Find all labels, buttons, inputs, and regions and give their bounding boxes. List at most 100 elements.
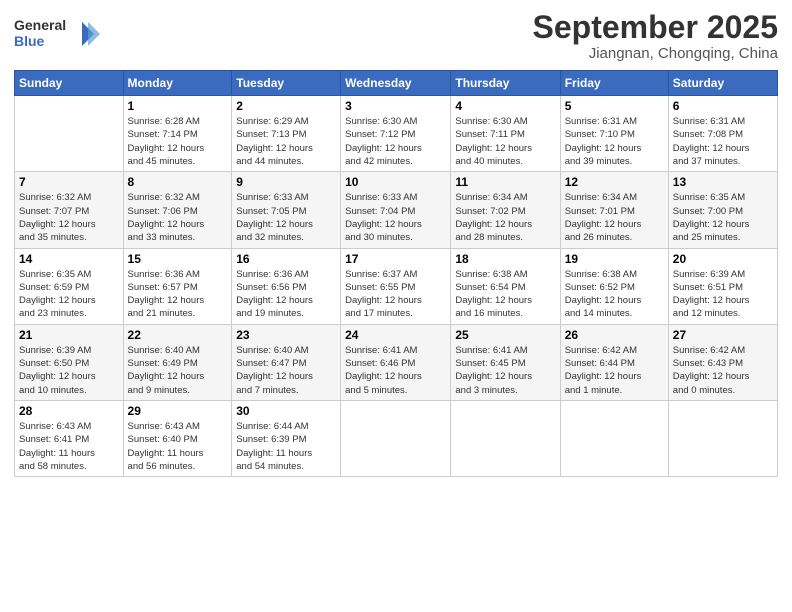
calendar-cell-w1-d2: 2 Sunrise: 6:29 AM Sunset: 7:13 PM Daylig…: [232, 96, 341, 172]
calendar-cell-w1-d4: 4 Sunrise: 6:30 AM Sunset: 7:11 PM Daylig…: [451, 96, 560, 172]
day-info: Sunrise: 6:34 AM Sunset: 7:02 PM Dayligh…: [455, 191, 555, 244]
day-info: Sunrise: 6:29 AM Sunset: 7:13 PM Dayligh…: [236, 115, 336, 168]
calendar-cell-w2-d3: 10 Sunrise: 6:33 AM Sunset: 7:04 PM Dayli…: [341, 172, 451, 248]
month-title: September 2025: [533, 10, 778, 45]
day-info: Sunrise: 6:39 AM Sunset: 6:51 PM Dayligh…: [673, 268, 773, 321]
page-container: General Blue September 2025 Jiangnan, Ch…: [0, 0, 792, 487]
calendar-cell-w3-d2: 16Sunrise: 6:36 AM Sunset: 6:56 PM Dayli…: [232, 248, 341, 324]
day-number: 14: [19, 252, 119, 266]
day-info: Sunrise: 6:42 AM Sunset: 6:43 PM Dayligh…: [673, 344, 773, 397]
calendar-cell-w2-d0: 7 Sunrise: 6:32 AM Sunset: 7:07 PM Daylig…: [15, 172, 124, 248]
day-number: 6: [673, 99, 773, 113]
calendar-cell-w4-d6: 27 Sunrise: 6:42 AM Sunset: 6:43 PM Dayli…: [668, 324, 777, 400]
day-number: 16: [236, 252, 336, 266]
day-number: 28: [19, 404, 119, 418]
day-info: Sunrise: 6:42 AM Sunset: 6:44 PM Dayligh…: [565, 344, 664, 397]
day-number: 21: [19, 328, 119, 342]
calendar-cell-w4-d5: 26Sunrise: 6:42 AM Sunset: 6:44 PM Dayli…: [560, 324, 668, 400]
week-row-2: 7 Sunrise: 6:32 AM Sunset: 7:07 PM Daylig…: [15, 172, 778, 248]
col-tuesday: Tuesday: [232, 71, 341, 96]
day-info: Sunrise: 6:34 AM Sunset: 7:01 PM Dayligh…: [565, 191, 664, 244]
calendar-cell-w5-d1: 29 Sunrise: 6:43 AM Sunset: 6:40 PM Dayli…: [123, 400, 232, 476]
day-info: Sunrise: 6:43 AM Sunset: 6:41 PM Dayligh…: [19, 420, 119, 473]
calendar-cell-w5-d4: [451, 400, 560, 476]
day-number: 19: [565, 252, 664, 266]
week-row-4: 21 Sunrise: 6:39 AM Sunset: 6:50 PM Dayli…: [15, 324, 778, 400]
calendar-cell-w1-d3: 3 Sunrise: 6:30 AM Sunset: 7:12 PM Daylig…: [341, 96, 451, 172]
week-row-3: 14 Sunrise: 6:35 AM Sunset: 6:59 PM Dayli…: [15, 248, 778, 324]
day-number: 8: [128, 175, 228, 189]
day-number: 13: [673, 175, 773, 189]
day-number: 3: [345, 99, 446, 113]
day-info: Sunrise: 6:31 AM Sunset: 7:10 PM Dayligh…: [565, 115, 664, 168]
day-info: Sunrise: 6:30 AM Sunset: 7:12 PM Dayligh…: [345, 115, 446, 168]
day-info: Sunrise: 6:36 AM Sunset: 6:57 PM Dayligh…: [128, 268, 228, 321]
calendar-cell-w5-d5: [560, 400, 668, 476]
day-info: Sunrise: 6:31 AM Sunset: 7:08 PM Dayligh…: [673, 115, 773, 168]
calendar-cell-w1-d6: 6 Sunrise: 6:31 AM Sunset: 7:08 PM Daylig…: [668, 96, 777, 172]
calendar-header-row: Sunday Monday Tuesday Wednesday Thursday…: [15, 71, 778, 96]
col-wednesday: Wednesday: [341, 71, 451, 96]
calendar-cell-w2-d4: 11Sunrise: 6:34 AM Sunset: 7:02 PM Dayli…: [451, 172, 560, 248]
day-info: Sunrise: 6:41 AM Sunset: 6:46 PM Dayligh…: [345, 344, 446, 397]
day-number: 10: [345, 175, 446, 189]
calendar-cell-w3-d5: 19 Sunrise: 6:38 AM Sunset: 6:52 PM Dayli…: [560, 248, 668, 324]
day-number: 23: [236, 328, 336, 342]
day-number: 24: [345, 328, 446, 342]
day-info: Sunrise: 6:38 AM Sunset: 6:52 PM Dayligh…: [565, 268, 664, 321]
calendar-cell-w4-d0: 21 Sunrise: 6:39 AM Sunset: 6:50 PM Dayli…: [15, 324, 124, 400]
day-number: 18: [455, 252, 555, 266]
calendar-cell-w5-d0: 28 Sunrise: 6:43 AM Sunset: 6:41 PM Dayli…: [15, 400, 124, 476]
svg-text:General: General: [14, 17, 66, 33]
calendar-cell-w4-d3: 24 Sunrise: 6:41 AM Sunset: 6:46 PM Dayli…: [341, 324, 451, 400]
calendar-cell-w4-d2: 23Sunrise: 6:40 AM Sunset: 6:47 PM Dayli…: [232, 324, 341, 400]
day-info: Sunrise: 6:32 AM Sunset: 7:07 PM Dayligh…: [19, 191, 119, 244]
header-area: General Blue September 2025 Jiangnan, Ch…: [14, 10, 778, 62]
day-info: Sunrise: 6:38 AM Sunset: 6:54 PM Dayligh…: [455, 268, 555, 321]
day-info: Sunrise: 6:33 AM Sunset: 7:04 PM Dayligh…: [345, 191, 446, 244]
location-title: Jiangnan, Chongqing, China: [533, 45, 778, 62]
calendar-cell-w3-d1: 15 Sunrise: 6:36 AM Sunset: 6:57 PM Dayli…: [123, 248, 232, 324]
day-number: 27: [673, 328, 773, 342]
col-thursday: Thursday: [451, 71, 560, 96]
day-info: Sunrise: 6:39 AM Sunset: 6:50 PM Dayligh…: [19, 344, 119, 397]
day-info: Sunrise: 6:33 AM Sunset: 7:05 PM Dayligh…: [236, 191, 336, 244]
calendar-cell-w1-d5: 5Sunrise: 6:31 AM Sunset: 7:10 PM Daylig…: [560, 96, 668, 172]
day-number: 22: [128, 328, 228, 342]
calendar-cell-w1-d1: 1 Sunrise: 6:28 AM Sunset: 7:14 PM Daylig…: [123, 96, 232, 172]
day-number: 2: [236, 99, 336, 113]
day-info: Sunrise: 6:30 AM Sunset: 7:11 PM Dayligh…: [455, 115, 555, 168]
day-info: Sunrise: 6:28 AM Sunset: 7:14 PM Dayligh…: [128, 115, 228, 168]
day-number: 30: [236, 404, 336, 418]
day-number: 7: [19, 175, 119, 189]
day-info: Sunrise: 6:32 AM Sunset: 7:06 PM Dayligh…: [128, 191, 228, 244]
week-row-1: 1 Sunrise: 6:28 AM Sunset: 7:14 PM Daylig…: [15, 96, 778, 172]
calendar-cell-w2-d1: 8 Sunrise: 6:32 AM Sunset: 7:06 PM Daylig…: [123, 172, 232, 248]
calendar-cell-w5-d6: [668, 400, 777, 476]
col-sunday: Sunday: [15, 71, 124, 96]
day-number: 15: [128, 252, 228, 266]
day-info: Sunrise: 6:44 AM Sunset: 6:39 PM Dayligh…: [236, 420, 336, 473]
day-number: 4: [455, 99, 555, 113]
day-info: Sunrise: 6:35 AM Sunset: 7:00 PM Dayligh…: [673, 191, 773, 244]
calendar-cell-w3-d6: 20 Sunrise: 6:39 AM Sunset: 6:51 PM Dayli…: [668, 248, 777, 324]
col-saturday: Saturday: [668, 71, 777, 96]
calendar-cell-w3-d3: 17Sunrise: 6:37 AM Sunset: 6:55 PM Dayli…: [341, 248, 451, 324]
day-number: 17: [345, 252, 446, 266]
calendar-cell-w2-d6: 13 Sunrise: 6:35 AM Sunset: 7:00 PM Dayli…: [668, 172, 777, 248]
calendar-cell-w3-d4: 18 Sunrise: 6:38 AM Sunset: 6:54 PM Dayli…: [451, 248, 560, 324]
calendar-cell-w5-d3: [341, 400, 451, 476]
day-number: 29: [128, 404, 228, 418]
svg-text:Blue: Blue: [14, 33, 45, 49]
logo-text: General Blue: [14, 14, 104, 59]
calendar-cell-w4-d1: 22 Sunrise: 6:40 AM Sunset: 6:49 PM Dayli…: [123, 324, 232, 400]
day-number: 1: [128, 99, 228, 113]
day-number: 9: [236, 175, 336, 189]
week-row-5: 28 Sunrise: 6:43 AM Sunset: 6:41 PM Dayli…: [15, 400, 778, 476]
day-info: Sunrise: 6:41 AM Sunset: 6:45 PM Dayligh…: [455, 344, 555, 397]
day-info: Sunrise: 6:35 AM Sunset: 6:59 PM Dayligh…: [19, 268, 119, 321]
day-info: Sunrise: 6:43 AM Sunset: 6:40 PM Dayligh…: [128, 420, 228, 473]
day-info: Sunrise: 6:40 AM Sunset: 6:49 PM Dayligh…: [128, 344, 228, 397]
day-number: 20: [673, 252, 773, 266]
col-monday: Monday: [123, 71, 232, 96]
